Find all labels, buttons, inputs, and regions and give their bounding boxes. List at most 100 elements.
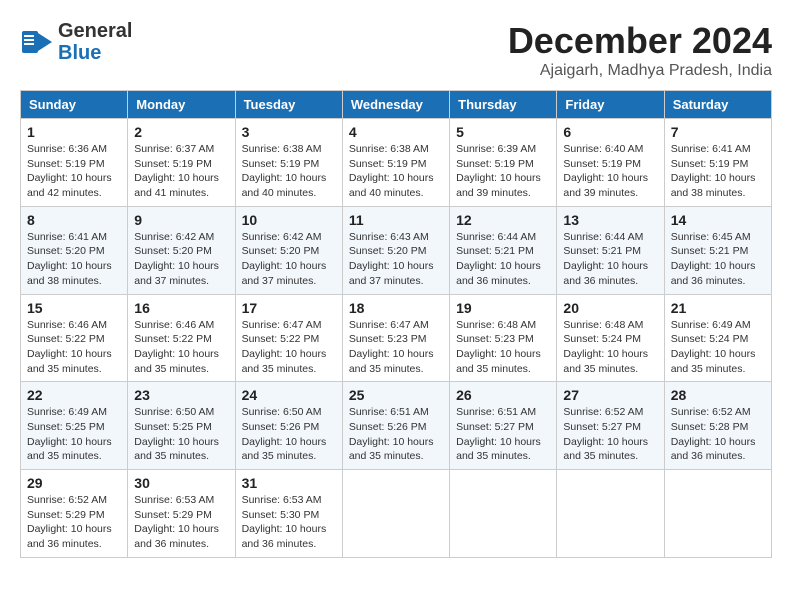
day-number: 5: [456, 124, 550, 140]
day-info: Sunrise: 6:39 AMSunset: 5:19 PMDaylight:…: [456, 142, 550, 201]
day-info: Sunrise: 6:38 AMSunset: 5:19 PMDaylight:…: [349, 142, 443, 201]
day-info: Sunrise: 6:51 AMSunset: 5:27 PMDaylight:…: [456, 405, 550, 464]
day-info-line: Daylight: 10 hours and 35 minutes.: [27, 435, 121, 464]
day-info-line: Sunset: 5:23 PM: [349, 332, 443, 347]
calendar-cell: [342, 470, 449, 558]
calendar-cell: [664, 470, 771, 558]
calendar-cell: 8Sunrise: 6:41 AMSunset: 5:20 PMDaylight…: [21, 206, 128, 294]
day-info-line: Sunrise: 6:51 AM: [349, 405, 443, 420]
calendar-cell: 17Sunrise: 6:47 AMSunset: 5:22 PMDayligh…: [235, 294, 342, 382]
calendar-cell: 9Sunrise: 6:42 AMSunset: 5:20 PMDaylight…: [128, 206, 235, 294]
day-info-line: Sunset: 5:23 PM: [456, 332, 550, 347]
day-number: 21: [671, 300, 765, 316]
day-info: Sunrise: 6:41 AMSunset: 5:20 PMDaylight:…: [27, 230, 121, 289]
day-info-line: Sunrise: 6:47 AM: [242, 318, 336, 333]
day-info-line: Sunrise: 6:53 AM: [134, 493, 228, 508]
day-info: Sunrise: 6:41 AMSunset: 5:19 PMDaylight:…: [671, 142, 765, 201]
calendar-cell: 18Sunrise: 6:47 AMSunset: 5:23 PMDayligh…: [342, 294, 449, 382]
day-number: 24: [242, 387, 336, 403]
day-number: 18: [349, 300, 443, 316]
day-info-line: Sunrise: 6:38 AM: [349, 142, 443, 157]
calendar-title-area: December 2024 Ajaigarh, Madhya Pradesh, …: [508, 20, 772, 80]
header-tuesday: Tuesday: [235, 91, 342, 119]
day-info-line: Daylight: 10 hours and 39 minutes.: [563, 171, 657, 200]
day-info-line: Daylight: 10 hours and 36 minutes.: [242, 522, 336, 551]
day-number: 30: [134, 475, 228, 491]
day-info: Sunrise: 6:48 AMSunset: 5:23 PMDaylight:…: [456, 318, 550, 377]
day-info-line: Sunset: 5:28 PM: [671, 420, 765, 435]
day-info: Sunrise: 6:53 AMSunset: 5:29 PMDaylight:…: [134, 493, 228, 552]
day-info-line: Sunrise: 6:50 AM: [242, 405, 336, 420]
day-info-line: Sunset: 5:19 PM: [671, 157, 765, 172]
day-info: Sunrise: 6:48 AMSunset: 5:24 PMDaylight:…: [563, 318, 657, 377]
day-info-line: Sunrise: 6:50 AM: [134, 405, 228, 420]
day-info-line: Sunrise: 6:40 AM: [563, 142, 657, 157]
day-info-line: Daylight: 10 hours and 35 minutes.: [134, 347, 228, 376]
day-info-line: Sunrise: 6:41 AM: [671, 142, 765, 157]
header-wednesday: Wednesday: [342, 91, 449, 119]
day-info-line: Daylight: 10 hours and 37 minutes.: [134, 259, 228, 288]
location-title: Ajaigarh, Madhya Pradesh, India: [508, 62, 772, 80]
day-number: 20: [563, 300, 657, 316]
calendar-table: Sunday Monday Tuesday Wednesday Thursday…: [20, 90, 772, 558]
day-info-line: Daylight: 10 hours and 39 minutes.: [456, 171, 550, 200]
day-number: 3: [242, 124, 336, 140]
day-info-line: Daylight: 10 hours and 35 minutes.: [456, 435, 550, 464]
logo-text-general: General: [58, 20, 132, 42]
day-info-line: Sunset: 5:29 PM: [27, 508, 121, 523]
calendar-cell: 24Sunrise: 6:50 AMSunset: 5:26 PMDayligh…: [235, 382, 342, 470]
day-info: Sunrise: 6:37 AMSunset: 5:19 PMDaylight:…: [134, 142, 228, 201]
calendar-cell: 11Sunrise: 6:43 AMSunset: 5:20 PMDayligh…: [342, 206, 449, 294]
day-info: Sunrise: 6:50 AMSunset: 5:25 PMDaylight:…: [134, 405, 228, 464]
day-info-line: Sunrise: 6:42 AM: [134, 230, 228, 245]
day-info-line: Sunset: 5:30 PM: [242, 508, 336, 523]
day-info-line: Sunrise: 6:48 AM: [456, 318, 550, 333]
calendar-cell: 30 Sunrise: 6:53 AMSunset: 5:29 PMDayligh…: [128, 470, 235, 558]
calendar-cell: 12 Sunrise: 6:44 AMSunset: 5:21 PMDayligh…: [450, 206, 557, 294]
calendar-cell: 4 Sunrise: 6:38 AMSunset: 5:19 PMDaylight…: [342, 119, 449, 207]
day-info-line: Daylight: 10 hours and 35 minutes.: [27, 347, 121, 376]
day-number: 22: [27, 387, 121, 403]
day-info-line: Sunrise: 6:53 AM: [242, 493, 336, 508]
day-info-line: Sunrise: 6:46 AM: [134, 318, 228, 333]
calendar-week-row-3: 15Sunrise: 6:46 AMSunset: 5:22 PMDayligh…: [21, 294, 772, 382]
day-info-line: Sunrise: 6:46 AM: [27, 318, 121, 333]
day-info-line: Sunrise: 6:42 AM: [242, 230, 336, 245]
day-info: Sunrise: 6:49 AMSunset: 5:25 PMDaylight:…: [27, 405, 121, 464]
day-number: 25: [349, 387, 443, 403]
day-info-line: Sunrise: 6:49 AM: [671, 318, 765, 333]
logo: General Blue: [20, 20, 132, 64]
day-info-line: Sunset: 5:19 PM: [27, 157, 121, 172]
calendar-cell: 13Sunrise: 6:44 AMSunset: 5:21 PMDayligh…: [557, 206, 664, 294]
day-info: Sunrise: 6:53 AMSunset: 5:30 PMDaylight:…: [242, 493, 336, 552]
day-info-line: Sunset: 5:21 PM: [671, 244, 765, 259]
day-info-line: Sunrise: 6:39 AM: [456, 142, 550, 157]
day-info-line: Daylight: 10 hours and 36 minutes.: [456, 259, 550, 288]
day-info: Sunrise: 6:43 AMSunset: 5:20 PMDaylight:…: [349, 230, 443, 289]
day-info-line: Daylight: 10 hours and 40 minutes.: [349, 171, 443, 200]
day-info-line: Sunset: 5:21 PM: [456, 244, 550, 259]
day-info-line: Sunrise: 6:36 AM: [27, 142, 121, 157]
day-number: 28: [671, 387, 765, 403]
day-info: Sunrise: 6:45 AMSunset: 5:21 PMDaylight:…: [671, 230, 765, 289]
day-number: 19: [456, 300, 550, 316]
calendar-cell: 5 Sunrise: 6:39 AMSunset: 5:19 PMDaylight…: [450, 119, 557, 207]
day-number: 4: [349, 124, 443, 140]
day-number: 16: [134, 300, 228, 316]
day-info-line: Sunrise: 6:48 AM: [563, 318, 657, 333]
day-info-line: Sunrise: 6:52 AM: [27, 493, 121, 508]
day-info-line: Daylight: 10 hours and 37 minutes.: [349, 259, 443, 288]
day-number: 9: [134, 212, 228, 228]
logo-text-blue: Blue: [58, 42, 132, 64]
day-info: Sunrise: 6:44 AMSunset: 5:21 PMDaylight:…: [563, 230, 657, 289]
calendar-week-row-1: 1Sunrise: 6:36 AMSunset: 5:19 PMDaylight…: [21, 119, 772, 207]
month-title: December 2024: [508, 20, 772, 62]
day-info-line: Daylight: 10 hours and 36 minutes.: [671, 435, 765, 464]
calendar-cell: 28Sunrise: 6:52 AMSunset: 5:28 PMDayligh…: [664, 382, 771, 470]
header-sunday: Sunday: [21, 91, 128, 119]
day-info: Sunrise: 6:42 AMSunset: 5:20 PMDaylight:…: [242, 230, 336, 289]
day-info-line: Sunrise: 6:44 AM: [456, 230, 550, 245]
day-info: Sunrise: 6:49 AMSunset: 5:24 PMDaylight:…: [671, 318, 765, 377]
day-number: 12: [456, 212, 550, 228]
day-number: 2: [134, 124, 228, 140]
